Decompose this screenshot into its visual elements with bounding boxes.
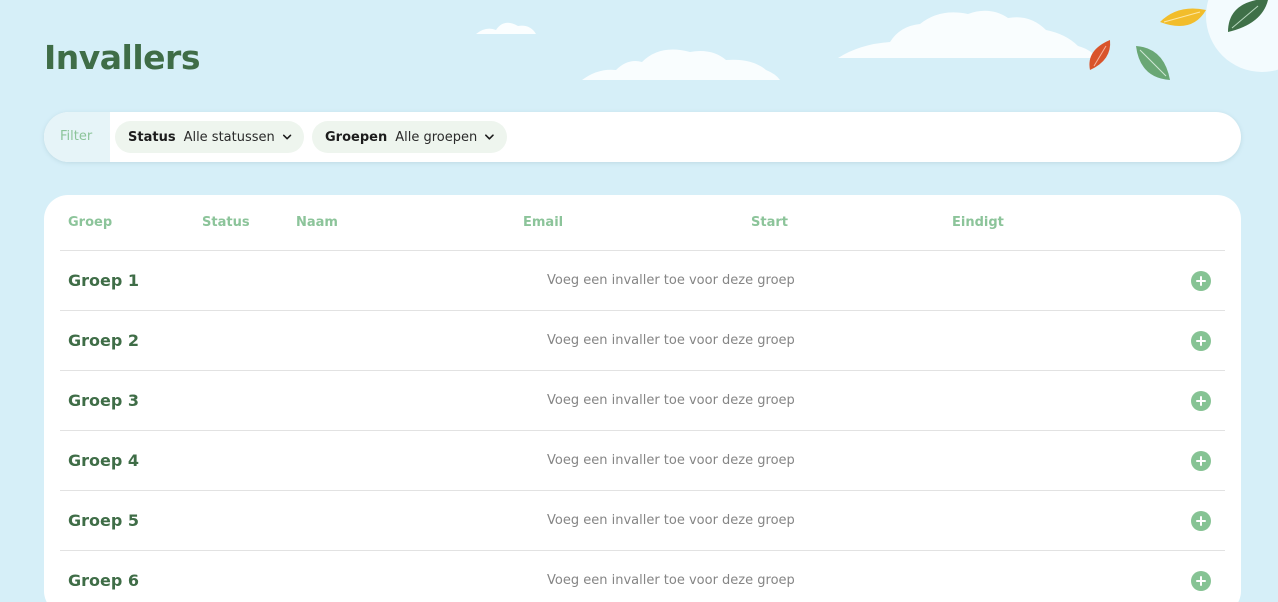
page-title: Invallers [44, 38, 200, 77]
table-row: Groep 1 Voeg een invaller toe voor deze … [60, 251, 1225, 311]
row-empty-message: Voeg een invaller toe voor deze groep [547, 333, 795, 348]
row-empty-message: Voeg een invaller toe voor deze groep [547, 393, 795, 408]
groups-filter-dropdown[interactable]: Groepen Alle groepen [312, 121, 507, 153]
row-group-name: Groep 2 [68, 331, 140, 350]
column-header-group: Groep [68, 215, 113, 230]
groups-filter-value: Alle groepen [395, 129, 478, 145]
cloud-icon [476, 22, 536, 34]
row-empty-message: Voeg een invaller toe voor deze groep [547, 573, 795, 588]
sun-icon [1206, 0, 1278, 72]
table-row: Groep 5 Voeg een invaller toe voor deze … [60, 491, 1225, 551]
table-body: Groep 1 Voeg een invaller toe voor deze … [60, 251, 1225, 602]
page: Invallers Filter Status Alle statussen G… [0, 0, 1278, 602]
column-header-name: Naam [296, 215, 338, 230]
filter-bar: Filter Status Alle statussen Groepen All… [44, 112, 1241, 162]
status-filter-key: Status [128, 129, 176, 145]
row-group-name: Groep 1 [68, 271, 140, 290]
column-header-start: Start [751, 215, 788, 230]
row-empty-message: Voeg een invaller toe voor deze groep [547, 513, 795, 528]
status-filter-dropdown[interactable]: Status Alle statussen [115, 121, 304, 153]
substitutes-table: Groep Status Naam Email Start Eindigt Gr… [44, 195, 1241, 602]
add-substitute-button[interactable] [1191, 271, 1211, 291]
chevron-down-icon [282, 134, 292, 140]
add-substitute-button[interactable] [1191, 451, 1211, 471]
table-row: Groep 2 Voeg een invaller toe voor deze … [60, 311, 1225, 371]
leaf-icon [1228, 0, 1268, 32]
table-row: Groep 3 Voeg een invaller toe voor deze … [60, 371, 1225, 431]
cloud-icon [838, 10, 1096, 59]
table-row: Groep 6 Voeg een invaller toe voor deze … [60, 551, 1225, 602]
chevron-down-icon [485, 134, 495, 140]
status-filter-value: Alle statussen [183, 129, 275, 145]
filter-label: Filter [60, 129, 93, 144]
row-empty-message: Voeg een invaller toe voor deze groep [547, 453, 795, 468]
row-group-name: Groep 4 [68, 451, 140, 470]
add-substitute-button[interactable] [1191, 391, 1211, 411]
filter-tab: Filter [44, 112, 110, 162]
row-empty-message: Voeg een invaller toe voor deze groep [547, 273, 795, 288]
leaf-icon [1089, 40, 1111, 70]
groups-filter-key: Groepen [325, 129, 388, 145]
row-group-name: Groep 6 [68, 571, 140, 590]
add-substitute-button[interactable] [1191, 511, 1211, 531]
row-group-name: Groep 3 [68, 391, 140, 410]
cloud-icon [582, 49, 780, 80]
row-group-name: Groep 5 [68, 511, 140, 530]
column-header-status: Status [202, 215, 250, 230]
add-substitute-button[interactable] [1191, 331, 1211, 351]
add-substitute-button[interactable] [1191, 571, 1211, 591]
leaf-icon [1136, 46, 1170, 80]
column-header-end: Eindigt [952, 215, 1004, 230]
column-header-email: Email [523, 215, 564, 230]
table-header: Groep Status Naam Email Start Eindigt [60, 195, 1225, 251]
leaf-icon [1160, 8, 1206, 26]
table-row: Groep 4 Voeg een invaller toe voor deze … [60, 431, 1225, 491]
